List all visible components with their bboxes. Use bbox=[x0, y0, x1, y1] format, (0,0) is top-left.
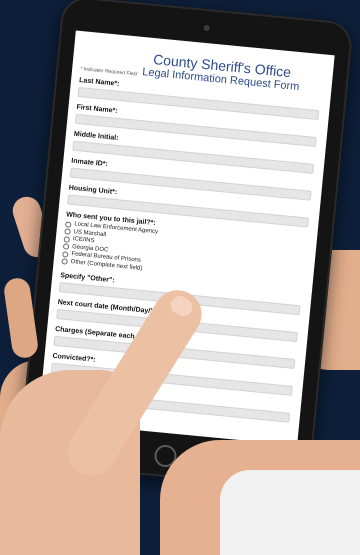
radio-icon[interactable] bbox=[62, 250, 69, 258]
radio-icon[interactable] bbox=[64, 228, 71, 236]
radio-icon[interactable] bbox=[61, 258, 68, 265]
fingernail bbox=[167, 292, 196, 320]
sleeve-cuff bbox=[220, 470, 360, 555]
radio-icon[interactable] bbox=[64, 221, 72, 228]
photo-scene: County Sheriff's Office Legal Informatio… bbox=[0, 0, 360, 555]
tablet-camera bbox=[203, 24, 210, 32]
radio-icon[interactable] bbox=[62, 243, 70, 251]
radio-icon[interactable] bbox=[63, 236, 71, 243]
